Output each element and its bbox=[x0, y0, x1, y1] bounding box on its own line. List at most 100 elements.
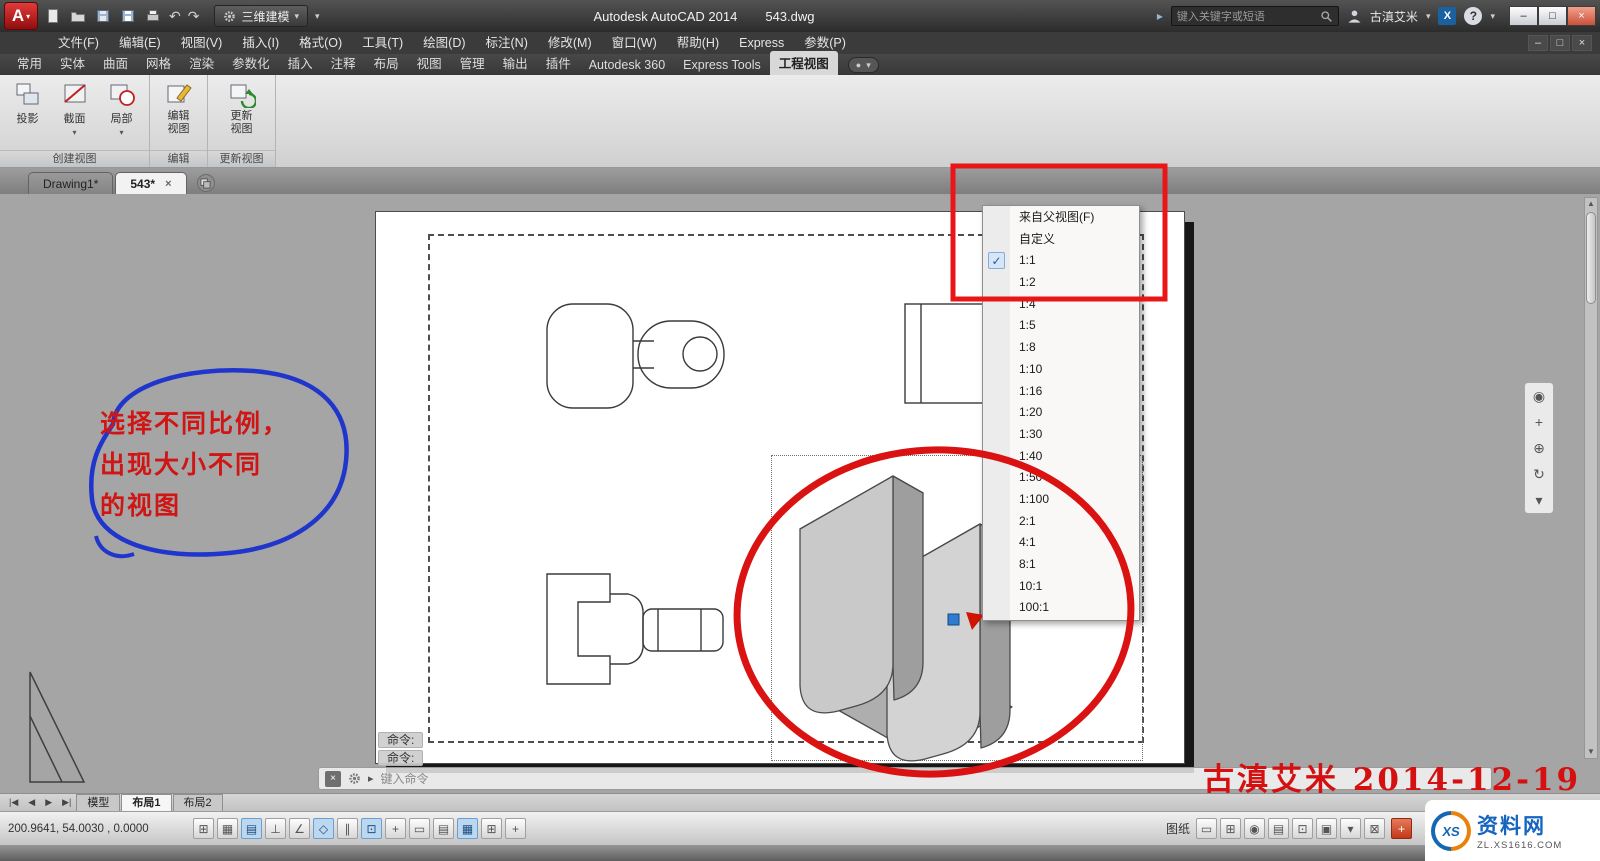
coordinates-readout[interactable]: 200.9641, 54.0030 , 0.0000 bbox=[8, 823, 193, 835]
layout-tab[interactable]: 布局1 bbox=[121, 794, 171, 811]
status-icon[interactable]: ▾ bbox=[1340, 818, 1361, 839]
qat-customize-caret-icon[interactable]: ▾ bbox=[315, 11, 320, 22]
scale-menu-item[interactable]: 1:30 bbox=[983, 424, 1139, 446]
open-file-icon[interactable] bbox=[69, 7, 87, 25]
scale-menu-item[interactable]: 100:1 bbox=[983, 597, 1139, 619]
ribbon-tab[interactable]: 输出 bbox=[494, 51, 537, 75]
ribbon-tab[interactable]: 插入 bbox=[279, 51, 322, 75]
status-icon[interactable]: ▣ bbox=[1316, 818, 1337, 839]
status-toggle[interactable]: ▭ bbox=[409, 818, 430, 839]
ribbon-tab[interactable]: 常用 bbox=[8, 51, 51, 75]
status-toggle[interactable]: ▤ bbox=[433, 818, 454, 839]
status-icon[interactable]: ⊠ bbox=[1364, 818, 1385, 839]
status-toggle[interactable]: ⊞ bbox=[481, 818, 502, 839]
ribbon-tab[interactable]: 插件 bbox=[537, 51, 580, 75]
scale-menu-item[interactable]: 2:1 bbox=[983, 511, 1139, 533]
navbar-icon[interactable]: ◉ bbox=[1533, 389, 1545, 403]
vertical-scrollbar[interactable]: ▲ ▼ bbox=[1584, 197, 1598, 759]
signin-caret-icon[interactable]: ▾ bbox=[1426, 11, 1431, 22]
status-icon[interactable]: ⊡ bbox=[1292, 818, 1313, 839]
command-input[interactable]: 键入命令 bbox=[381, 770, 429, 787]
help-caret-icon[interactable]: ▾ bbox=[1490, 11, 1495, 22]
restore-button[interactable]: □ bbox=[1538, 6, 1567, 26]
doc-restore-button[interactable]: □ bbox=[1550, 35, 1570, 51]
scale-menu-item[interactable]: ✓ 1:1 bbox=[983, 250, 1139, 272]
status-toggle[interactable]: ∥ bbox=[337, 818, 358, 839]
navbar-icon[interactable]: + bbox=[1535, 415, 1543, 429]
search-expand-icon[interactable]: ▸ bbox=[1157, 9, 1163, 23]
layout-tab[interactable]: 布局2 bbox=[173, 794, 223, 811]
help-icon[interactable]: ? bbox=[1464, 7, 1482, 25]
command-customize-icon[interactable] bbox=[348, 772, 361, 785]
status-toggle[interactable]: ◇ bbox=[313, 818, 334, 839]
plot-icon[interactable] bbox=[144, 7, 162, 25]
scale-menu-item[interactable]: 1:40 bbox=[983, 446, 1139, 468]
status-toggle[interactable]: + bbox=[505, 818, 526, 839]
ribbon-tab[interactable]: 参数化 bbox=[223, 51, 279, 75]
scale-menu-item[interactable]: 1:5 bbox=[983, 315, 1139, 337]
performance-icon[interactable]: + bbox=[1391, 818, 1412, 839]
scale-menu-item[interactable]: 1:20 bbox=[983, 402, 1139, 424]
scale-menu-item[interactable]: 4:1 bbox=[983, 532, 1139, 554]
new-tab-button[interactable] bbox=[197, 174, 215, 192]
scale-menu-item[interactable]: 1:8 bbox=[983, 337, 1139, 359]
signin-user-name[interactable]: 古滇艾米 bbox=[1370, 8, 1418, 25]
ribbon-tab[interactable]: 曲面 bbox=[94, 51, 137, 75]
layout-nav-arrow-icon[interactable]: ◀ bbox=[23, 797, 40, 808]
status-toggle[interactable]: ⊡ bbox=[361, 818, 382, 839]
status-toggle[interactable]: ▦ bbox=[217, 818, 238, 839]
scale-menu-item[interactable]: 1:2 bbox=[983, 272, 1139, 294]
undo-icon[interactable]: ↶ bbox=[169, 8, 181, 25]
new-file-icon[interactable] bbox=[44, 7, 62, 25]
workspace-dropdown[interactable]: 三维建模 ▾ bbox=[214, 5, 308, 27]
base-view-button[interactable]: 投影 bbox=[8, 80, 47, 126]
layout-nav-arrow-icon[interactable]: ▶| bbox=[57, 797, 76, 808]
layout-nav-arrow-icon[interactable]: |◀ bbox=[4, 797, 23, 808]
panel-label-edit[interactable]: 编辑 bbox=[150, 150, 207, 167]
ribbon-tab[interactable]: 实体 bbox=[51, 51, 94, 75]
scale-menu-item[interactable]: 1:10 bbox=[983, 359, 1139, 381]
ribbon-minimize-button[interactable]: ● ▾ bbox=[848, 57, 879, 73]
scale-menu-item[interactable]: 来自父视图(F) bbox=[983, 207, 1139, 229]
scale-menu-item[interactable]: 1:100 bbox=[983, 489, 1139, 511]
scrollbar-thumb[interactable] bbox=[1586, 212, 1596, 304]
detail-view-button[interactable]: 局部 ▾ bbox=[102, 80, 141, 137]
ribbon-tab[interactable]: 视图 bbox=[408, 51, 451, 75]
scale-menu-item[interactable]: 10:1 bbox=[983, 576, 1139, 598]
ribbon-tab[interactable]: 渲染 bbox=[180, 51, 223, 75]
scale-menu-item[interactable]: 1:50 bbox=[983, 467, 1139, 489]
status-toggle[interactable]: + bbox=[385, 818, 406, 839]
panel-label-update-view[interactable]: 更新视图 bbox=[208, 150, 275, 167]
status-toggle[interactable]: ∠ bbox=[289, 818, 310, 839]
help-search-input[interactable]: 键入关键字或短语 bbox=[1171, 6, 1339, 26]
scale-menu-item[interactable]: 8:1 bbox=[983, 554, 1139, 576]
navbar-icon[interactable]: ↻ bbox=[1533, 467, 1545, 481]
scale-menu-item[interactable]: 1:4 bbox=[983, 294, 1139, 316]
ribbon-tab[interactable]: 网格 bbox=[137, 51, 180, 75]
update-view-button[interactable]: 更新 视图 bbox=[220, 80, 264, 136]
layout-tab[interactable]: 模型 bbox=[76, 794, 120, 811]
ribbon-tab[interactable]: Autodesk 360 bbox=[580, 56, 674, 75]
command-close-icon[interactable]: × bbox=[325, 771, 341, 787]
status-toggle[interactable]: ▦ bbox=[457, 818, 478, 839]
ribbon-tab[interactable]: Express Tools bbox=[674, 56, 770, 75]
ribbon-tab[interactable]: 注释 bbox=[322, 51, 365, 75]
status-toggle[interactable]: ⊞ bbox=[193, 818, 214, 839]
edit-view-button[interactable]: 编辑 视图 bbox=[158, 80, 199, 136]
status-toggle[interactable]: ▤ bbox=[241, 818, 262, 839]
paper-model-toggle[interactable]: 图纸 bbox=[1166, 820, 1190, 837]
save-icon[interactable] bbox=[94, 7, 112, 25]
save-as-icon[interactable] bbox=[119, 7, 137, 25]
status-toggle[interactable]: ⊥ bbox=[265, 818, 286, 839]
status-icon[interactable]: ▤ bbox=[1268, 818, 1289, 839]
application-menu-button[interactable]: A▾ bbox=[4, 2, 38, 30]
ribbon-tab[interactable]: 工程视图 bbox=[770, 51, 838, 75]
file-tab-543[interactable]: 543* × bbox=[115, 172, 186, 194]
ribbon-tab[interactable]: 布局 bbox=[365, 51, 408, 75]
exchange-apps-icon[interactable]: X bbox=[1438, 7, 1456, 25]
scroll-up-icon[interactable]: ▲ bbox=[1587, 198, 1595, 210]
doc-minimize-button[interactable]: – bbox=[1528, 35, 1548, 51]
redo-icon[interactable]: ↷ bbox=[188, 8, 200, 25]
navbar-icon[interactable]: ⊕ bbox=[1533, 441, 1545, 455]
close-button[interactable]: × bbox=[1567, 6, 1596, 26]
